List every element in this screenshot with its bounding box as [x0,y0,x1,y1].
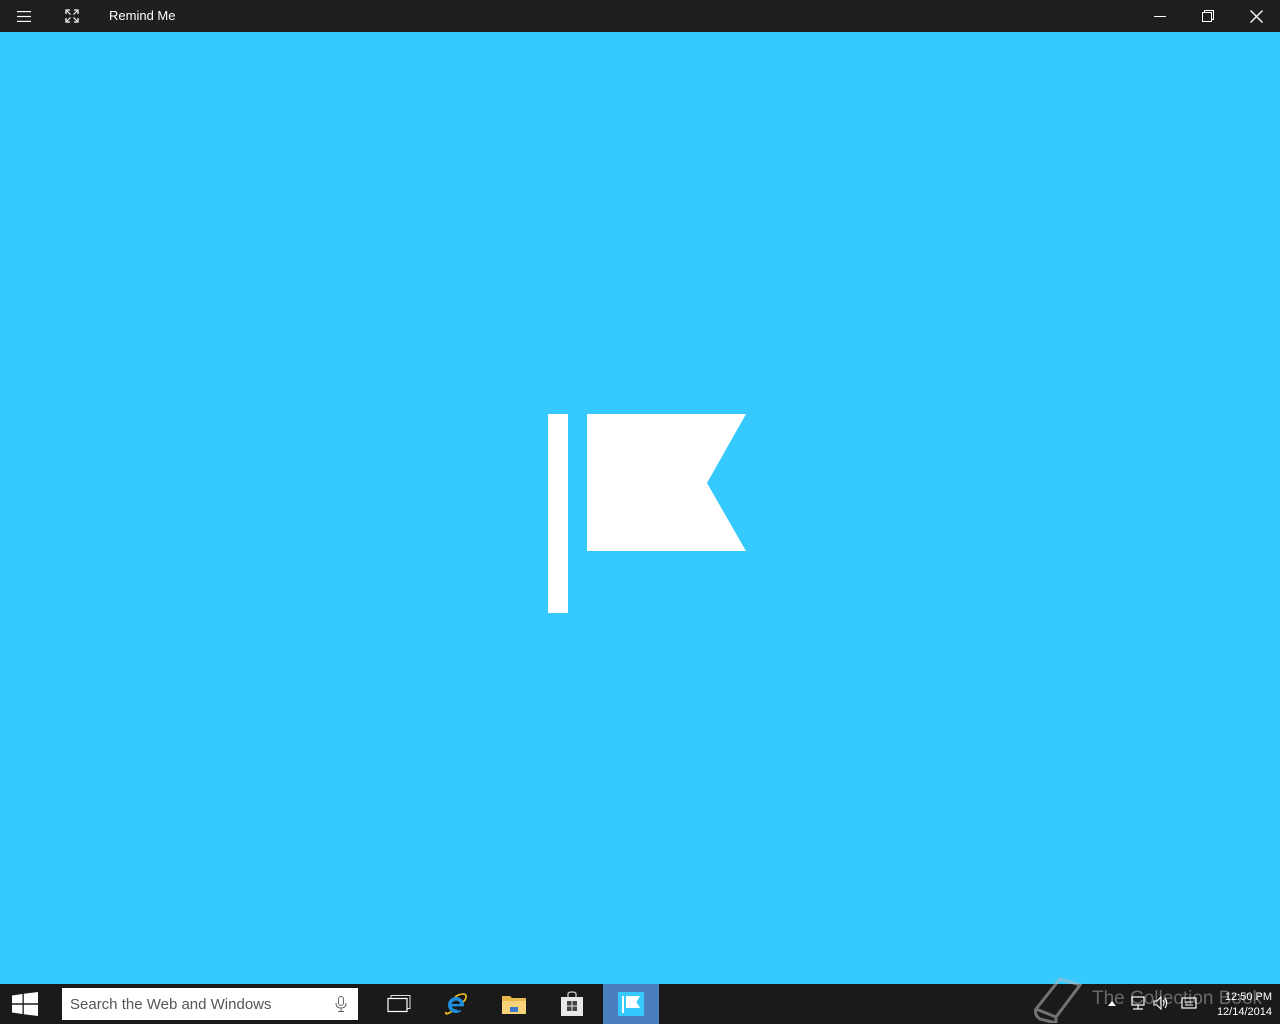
network-tray-button[interactable] [1129,994,1147,1012]
volume-icon [1153,995,1168,1011]
start-button[interactable] [0,984,50,1024]
internet-explorer-icon [445,993,467,1015]
close-button[interactable] [1232,0,1280,32]
window-title: Remind Me [109,8,176,23]
clock-time: 12:50 PM [1224,991,1272,1003]
network-icon [1131,996,1145,1010]
taskbar-clock[interactable]: 12:50 PM 12/14/2014 [1200,990,1272,1020]
folder-icon [502,996,526,1014]
title-bar: Remind Me [0,0,1280,32]
taskbar-file-explorer-button[interactable] [486,984,542,1024]
close-icon [1249,9,1263,23]
fullscreen-button[interactable] [48,0,96,32]
taskbar-task-view-button[interactable] [371,984,427,1024]
volume-tray-button[interactable] [1152,994,1170,1012]
taskbar-search-box[interactable] [62,988,358,1020]
task-view-icon [387,995,411,1013]
restore-icon [1202,10,1214,22]
notification-tray-button[interactable] [1180,994,1198,1012]
show-hidden-icons-button[interactable] [1103,994,1121,1012]
flag-icon [618,992,644,1016]
restore-button[interactable] [1184,0,1232,32]
chevron-up-icon [1108,1001,1116,1006]
app-splash-screen [0,32,1280,984]
windows-logo-icon [12,992,38,1016]
menu-button[interactable] [0,0,48,32]
clock-date: 12/14/2014 [1216,1006,1272,1018]
flag-icon [548,414,746,613]
notification-icon [1181,997,1197,1009]
minimize-button[interactable] [1136,0,1184,32]
book-icon [1033,977,1082,1023]
microphone-icon[interactable] [334,996,348,1012]
taskbar-internet-explorer-button[interactable] [428,984,484,1024]
taskbar-remind-me-button[interactable] [603,984,659,1024]
store-icon [561,991,583,1016]
search-input[interactable] [70,990,320,1018]
fullscreen-icon [65,9,79,23]
minimize-icon [1154,16,1166,17]
hamburger-icon [17,10,31,22]
taskbar-store-button[interactable] [544,984,600,1024]
